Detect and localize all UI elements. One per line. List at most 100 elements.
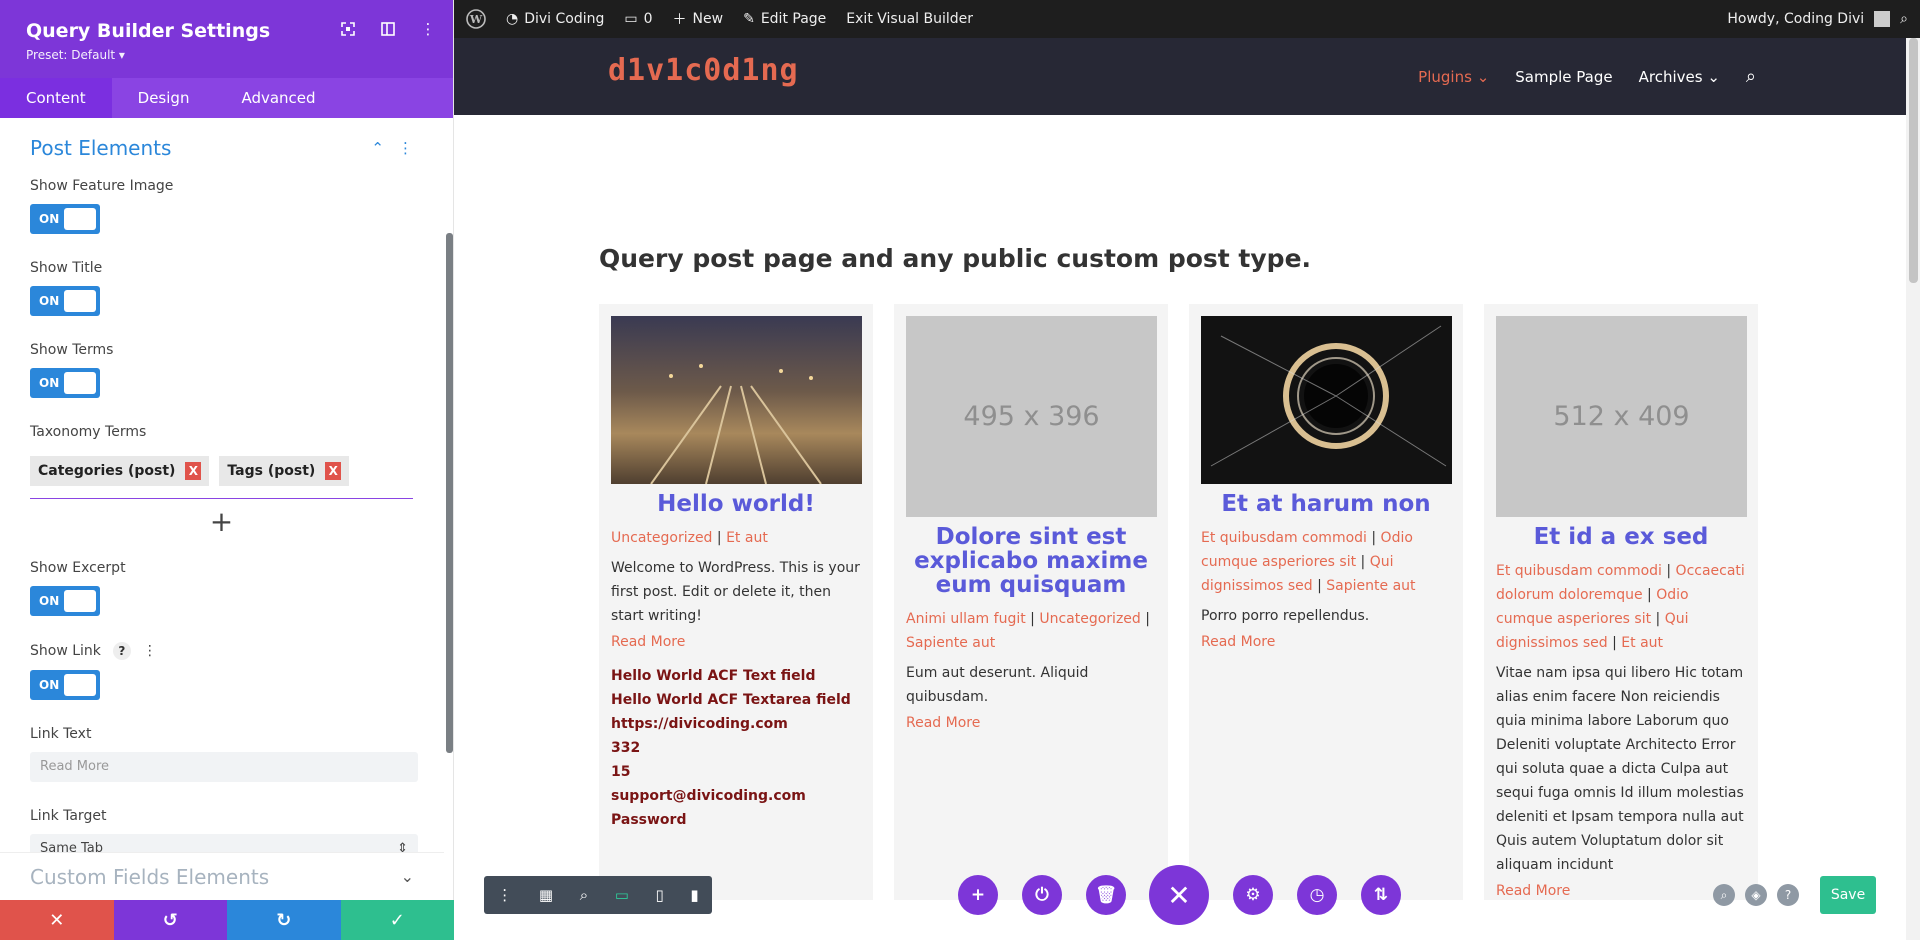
tab-content[interactable]: Content [0, 78, 112, 118]
acf-textarea-field: Hello World ACF Textarea field [611, 692, 851, 709]
field-label: Show Title [30, 260, 103, 276]
tablet-view-icon[interactable]: ▯ [656, 886, 664, 904]
post-terms: Et quibusdam commodi | Odio cumque asper… [1201, 530, 1416, 595]
layers-icon[interactable]: ◈ [1745, 884, 1767, 906]
section-menu-icon[interactable]: ⋮ [398, 139, 413, 157]
show-feature-image-toggle[interactable]: ON [30, 204, 100, 234]
tab-advanced[interactable]: Advanced [215, 78, 341, 118]
custom-fields-header[interactable]: Custom Fields Elements ⌄ [0, 852, 444, 900]
post-elements-header[interactable]: Post Elements ⌃ ⋮ [30, 118, 413, 178]
search-icon[interactable]: ⌕ [1900, 11, 1908, 27]
undo-button[interactable]: ↺ [113, 900, 227, 940]
term-link[interactable]: Et aut [726, 530, 768, 546]
term-link[interactable]: Et aut [1621, 635, 1663, 651]
post-title[interactable]: Hello world! [611, 492, 861, 516]
new-link[interactable]: ＋ New [673, 9, 724, 29]
exit-builder-link[interactable]: Exit Visual Builder [846, 11, 973, 27]
zoom-icon[interactable]: ⌕ [580, 886, 588, 904]
save-button[interactable]: Save [1820, 876, 1876, 914]
post-excerpt: Porro porro repellendus. [1201, 608, 1370, 625]
menu-dots-icon[interactable]: ⋮ [497, 886, 512, 904]
nav-item-plugins[interactable]: Plugins ⌄ [1418, 68, 1489, 86]
comments-count: 0 [643, 11, 653, 27]
field-label: Show Excerpt [30, 560, 126, 576]
wireframe-icon[interactable]: ▦ [539, 886, 553, 904]
avatar[interactable] [1874, 11, 1891, 27]
page-scrollbar[interactable] [1906, 38, 1920, 940]
term-link[interactable]: Sapiente aut [906, 635, 995, 651]
term-link[interactable]: Animi ullam fugit [906, 611, 1026, 627]
layout-icon[interactable] [379, 20, 397, 38]
post-image[interactable] [611, 316, 862, 484]
field-menu-icon[interactable]: ⋮ [143, 643, 157, 659]
read-more-link[interactable]: Read More [611, 634, 861, 650]
post-title[interactable]: Et id a ex sed [1496, 525, 1746, 549]
term-link[interactable]: Et quibusdam commodi [1201, 530, 1367, 546]
comments-link[interactable]: ▭ 0 [624, 11, 652, 27]
read-more-link[interactable]: Read More [906, 715, 1156, 731]
remove-chip-button[interactable]: X [325, 462, 342, 480]
panel-scrollbar[interactable] [446, 233, 453, 753]
link-text-input[interactable]: Read More [30, 752, 418, 782]
trash-icon[interactable]: 🗑 [1086, 875, 1126, 915]
redo-button[interactable]: ↻ [227, 900, 341, 940]
post-image-placeholder[interactable]: 495 x 396 [906, 316, 1157, 517]
apply-button[interactable]: ✓ [340, 900, 454, 940]
panel-header: Query Builder Settings Preset: Default ▾… [0, 0, 453, 78]
term-link[interactable]: Sapiente aut [1326, 578, 1415, 594]
post-title[interactable]: Et at harum non [1201, 492, 1451, 516]
tab-design[interactable]: Design [112, 78, 216, 118]
nav-item-archives[interactable]: Archives ⌄ [1639, 68, 1720, 86]
post-image-placeholder[interactable]: 512 x 409 [1496, 316, 1747, 517]
field-show-excerpt: Show Excerpt ON [30, 560, 413, 616]
post-title[interactable]: Dolore sint est explicabo maxime eum qui… [906, 525, 1156, 598]
nav-item-sample-page[interactable]: Sample Page [1515, 68, 1612, 86]
chevron-up-icon[interactable]: ⌃ [371, 139, 384, 157]
toggle-label: ON [39, 294, 60, 308]
show-link-toggle[interactable]: ON [30, 670, 100, 700]
fullscreen-icon[interactable] [339, 20, 357, 38]
site-name-link[interactable]: ◔ Divi Coding [506, 11, 604, 27]
scroll-thumb[interactable] [1909, 38, 1918, 283]
add-term-button[interactable]: + [30, 505, 413, 538]
remove-chip-button[interactable]: X [185, 462, 202, 480]
read-more-link[interactable]: Read More [1201, 634, 1451, 650]
help-icon[interactable]: ? [112, 642, 131, 660]
term-link[interactable]: Uncategorized [611, 530, 712, 546]
search-icon[interactable]: ⌕ [1713, 884, 1735, 906]
chip-tags: Tags (post) X [219, 456, 350, 486]
close-builder-button[interactable]: ✕ [1149, 865, 1209, 925]
portability-icon[interactable]: ⇅ [1361, 875, 1401, 915]
field-show-link: Show Link ? ⋮ ON [30, 642, 413, 700]
add-module-button[interactable]: + [958, 875, 998, 915]
site-logo[interactable]: d1v1c0d1ng [608, 53, 799, 88]
post-image[interactable] [1201, 316, 1452, 484]
preset-dropdown[interactable]: Preset: Default ▾ [26, 48, 427, 62]
help-icon[interactable]: ? [1777, 884, 1799, 906]
acf-email-field[interactable]: support@divicoding.com [611, 784, 861, 808]
post-terms: Uncategorized | Et aut [611, 530, 768, 547]
acf-url-field[interactable]: https://divicoding.com [611, 712, 861, 736]
settings-gear-icon[interactable]: ⚙ [1233, 875, 1273, 915]
history-icon[interactable]: ◷ [1297, 875, 1337, 915]
power-icon[interactable]: ⏻ [1022, 875, 1062, 915]
term-link[interactable]: Et quibusdam commodi [1496, 563, 1662, 579]
panel-tabs: Content Design Advanced [0, 78, 453, 118]
search-icon[interactable]: ⌕ [1746, 66, 1756, 87]
more-options-icon[interactable]: ⋮ [419, 20, 437, 38]
greeting[interactable]: Howdy, Coding Divi [1727, 11, 1864, 27]
acf-text-field: Hello World ACF Text field [611, 668, 816, 685]
wordpress-icon[interactable]: W [466, 9, 486, 29]
nav-label: Plugins [1418, 67, 1472, 86]
edit-page-link[interactable]: ✎ Edit Page [743, 11, 826, 27]
section-title: Post Elements [30, 136, 172, 160]
discard-button[interactable]: ✕ [0, 900, 114, 940]
desktop-view-icon[interactable]: ▭ [615, 886, 629, 904]
read-more-link[interactable]: Read More [1496, 883, 1746, 899]
show-title-toggle[interactable]: ON [30, 286, 100, 316]
show-excerpt-toggle[interactable]: ON [30, 586, 100, 616]
field-taxonomy-terms: Taxonomy Terms Categories (post) X Tags (… [30, 424, 413, 538]
show-terms-toggle[interactable]: ON [30, 368, 100, 398]
term-link[interactable]: Uncategorized [1039, 611, 1140, 627]
phone-view-icon[interactable]: ▮ [690, 886, 698, 904]
